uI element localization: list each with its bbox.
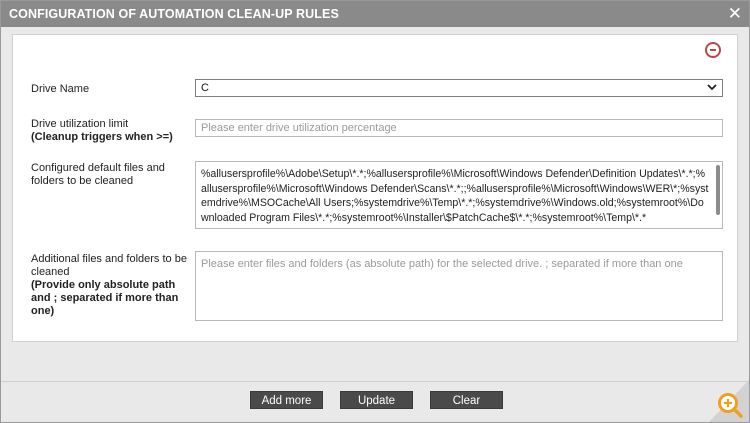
default-files-label-text: Configured default files and folders to … — [31, 162, 165, 187]
utilization-label: Drive utilization limit (Cleanup trigger… — [31, 118, 173, 144]
additional-files-label-text: Additional files and folders to be clean… — [31, 253, 187, 278]
additional-files-input[interactable] — [195, 251, 723, 321]
additional-files-label-hint: (Provide only absolute path and ; separa… — [31, 279, 179, 317]
rule-panel: Drive Name C Drive utilization limit (Cl… — [12, 34, 738, 342]
default-files-value: %allusersprofile%\Adobe\Setup\*.*;%allus… — [201, 168, 709, 224]
add-more-button[interactable]: Add more — [250, 391, 323, 409]
dialog-titlebar: CONFIGURATION OF AUTOMATION CLEAN-UP RUL… — [1, 1, 749, 27]
drive-name-value: C — [201, 82, 209, 94]
dialog-title: CONFIGURATION OF AUTOMATION CLEAN-UP RUL… — [9, 7, 339, 21]
additional-files-label: Additional files and folders to be clean… — [31, 253, 196, 318]
zoom-in-icon[interactable] — [717, 392, 743, 418]
default-files-label: Configured default files and folders to … — [31, 162, 181, 188]
utilization-label-text: Drive utilization limit — [31, 118, 129, 130]
utilization-input[interactable] — [195, 119, 723, 137]
close-icon[interactable]: ✕ — [728, 4, 742, 24]
utilization-label-hint: (Cleanup triggers when >=) — [31, 131, 173, 143]
drive-name-label-text: Drive Name — [31, 83, 90, 95]
cleanup-rules-dialog: CONFIGURATION OF AUTOMATION CLEAN-UP RUL… — [0, 0, 750, 423]
default-files-textarea[interactable]: %allusersprofile%\Adobe\Setup\*.*;%allus… — [195, 161, 723, 229]
drive-name-label: Drive Name — [31, 83, 89, 96]
default-files-scrollbar[interactable] — [716, 165, 720, 215]
chevron-down-icon — [707, 84, 717, 91]
clear-button[interactable]: Clear — [430, 391, 503, 409]
update-button[interactable]: Update — [340, 391, 413, 409]
minus-circle-icon[interactable] — [705, 42, 721, 58]
drive-name-select[interactable]: C — [195, 79, 723, 97]
